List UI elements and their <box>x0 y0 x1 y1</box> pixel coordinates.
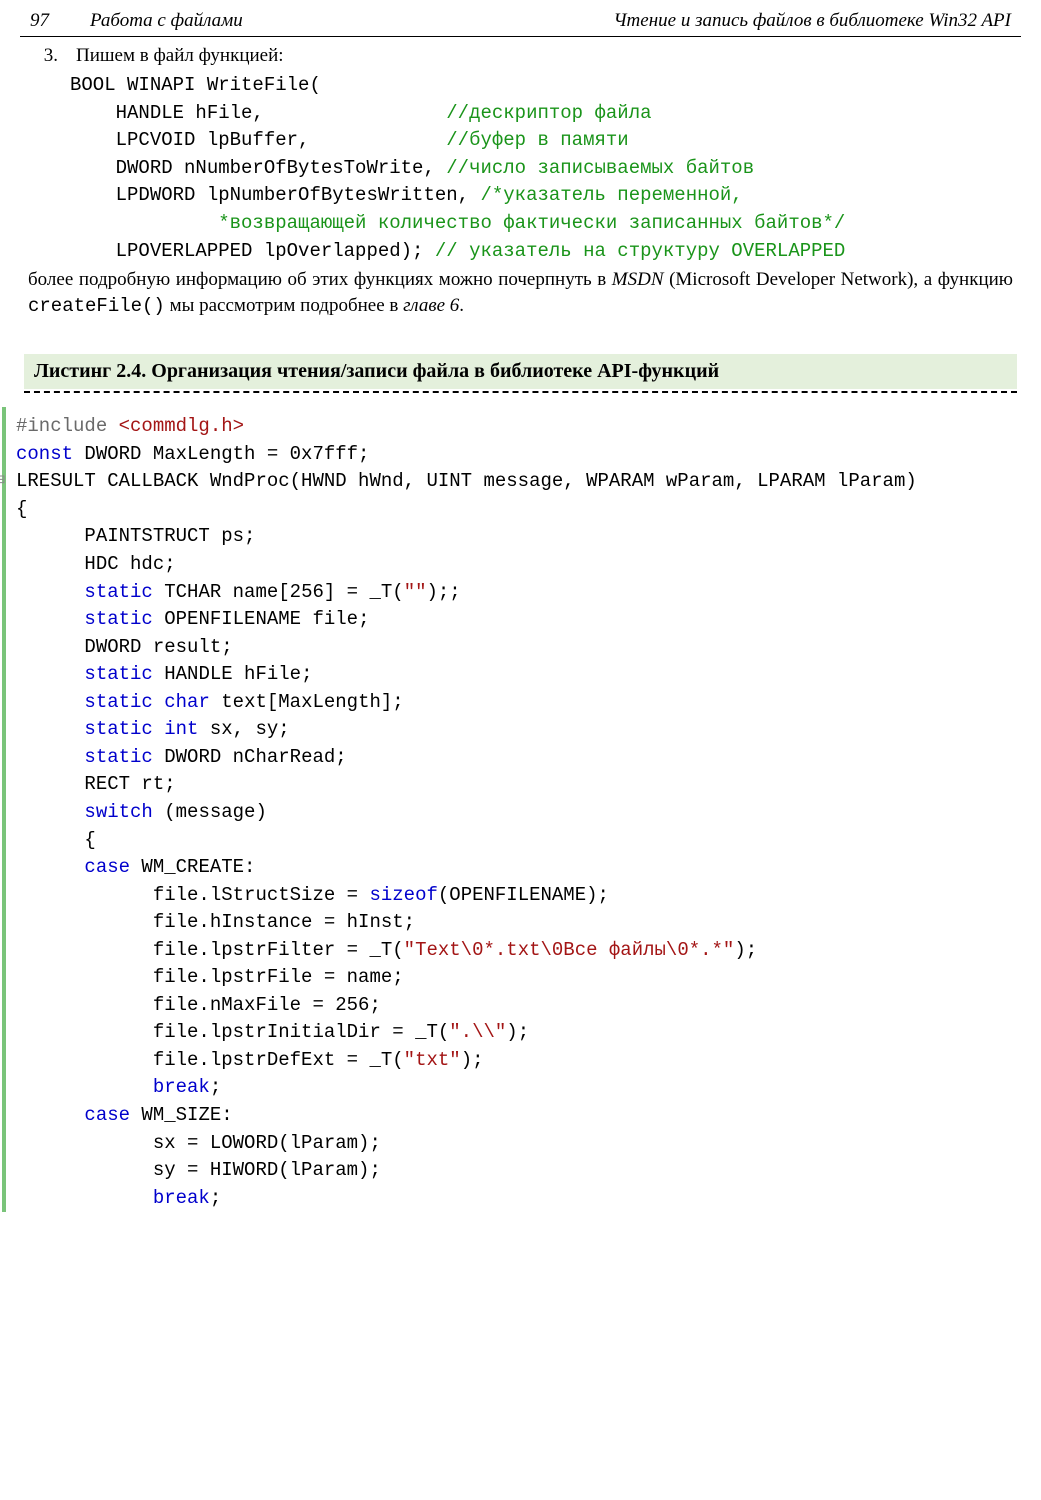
page-number: 97 <box>30 8 90 34</box>
code-line: case WM_CREATE: <box>16 854 917 882</box>
code-line: LPDWORD lpNumberOfBytesWritten, /*указат… <box>70 182 1013 210</box>
code-line: DWORD result; <box>16 634 917 662</box>
code-line: { <box>16 827 917 855</box>
code-line: const DWORD MaxLength = 0x7fff; <box>16 441 917 469</box>
code-body: #include <commdlg.h>const DWORD MaxLengt… <box>16 407 917 1212</box>
listing-title: Листинг 2.4. Организация чтения/записи ф… <box>24 354 1017 389</box>
page-content: 3. Пишем в файл функцией: BOOL WINAPI Wr… <box>0 41 1041 1213</box>
code-line: break; <box>16 1185 917 1213</box>
code-line: switch (message) <box>16 799 917 827</box>
listing-separator <box>24 391 1017 393</box>
code-line: DWORD nNumberOfBytesToWrite, //число зап… <box>70 155 1013 183</box>
code-comment: // указатель на структуру OVERLAPPED <box>435 240 845 262</box>
code-line: #include <commdlg.h> <box>16 413 917 441</box>
code-comment: /*указатель переменной, <box>480 184 742 206</box>
header-right-title: Чтение и запись файлов в библиотеке Win3… <box>613 8 1011 34</box>
code-line: case WM_SIZE: <box>16 1102 917 1130</box>
gutter-bar <box>2 407 6 1212</box>
step-3: 3. Пишем в файл функцией: <box>28 43 1013 69</box>
page-header: 97 Работа с файлами Чтение и запись файл… <box>20 8 1021 37</box>
writefile-signature: BOOL WINAPI WriteFile( HANDLE hFile, //д… <box>28 72 1013 265</box>
code-comment: //дескриптор файла <box>446 102 651 124</box>
code-line: static OPENFILENAME file; <box>16 606 917 634</box>
code-line: PAINTSTRUCT ps; <box>16 523 917 551</box>
code-line: static char text[MaxLength]; <box>16 689 917 717</box>
code-line: sy = HIWORD(lParam); <box>16 1157 917 1185</box>
code-line: break; <box>16 1074 917 1102</box>
code-line: BOOL WINAPI WriteFile( <box>70 72 1013 100</box>
code-line: RECT rt; <box>16 771 917 799</box>
code-line: HANDLE hFile, //дескриптор файла <box>70 100 1013 128</box>
header-left-title: Работа с файлами <box>90 8 613 34</box>
code-comment: //число записываемых байтов <box>446 157 754 179</box>
code-line: static HANDLE hFile; <box>16 661 917 689</box>
code-line: file.lpstrInitialDir = _T(".\\"); <box>16 1019 917 1047</box>
code-line: file.lpstrFile = name; <box>16 964 917 992</box>
code-line: file.nMaxFile = 256; <box>16 992 917 1020</box>
code-line: file.hInstance = hInst; <box>16 909 917 937</box>
code-line: file.lStructSize = sizeof(OPENFILENAME); <box>16 882 917 910</box>
code-line: LPOVERLAPPED lpOverlapped); // указатель… <box>70 238 1013 266</box>
code-line: static TCHAR name[256] = _T("");; <box>16 579 917 607</box>
code-line: static int sx, sy; <box>16 716 917 744</box>
code-listing: #include <commdlg.h>const DWORD MaxLengt… <box>2 407 1013 1212</box>
chapter-ref: главе 6 <box>403 295 459 316</box>
code-line: HDC hdc; <box>16 551 917 579</box>
inline-code: createFile() <box>28 295 165 317</box>
paragraph: более подробную информацию об этих функц… <box>28 267 1013 320</box>
code-line: sx = LOWORD(lParam); <box>16 1130 917 1158</box>
code-line: file.lpstrFilter = _T("Text\0*.txt\0Все … <box>16 937 917 965</box>
code-comment: //буфер в памяти <box>446 129 628 151</box>
code-line: static DWORD nCharRead; <box>16 744 917 772</box>
step-number: 3. <box>28 43 58 69</box>
code-line: LRESULT CALLBACK WndProc(HWND hWnd, UINT… <box>16 468 917 496</box>
step-intro: Пишем в файл функцией: <box>76 43 1013 69</box>
code-line: { <box>16 496 917 524</box>
code-line: LPCVOID lpBuffer, //буфер в памяти <box>70 127 1013 155</box>
code-comment: *возвращающей количество фактически запи… <box>70 210 1013 238</box>
msdn-ref: MSDN <box>612 269 664 290</box>
code-line: file.lpstrDefExt = _T("txt"); <box>16 1047 917 1075</box>
